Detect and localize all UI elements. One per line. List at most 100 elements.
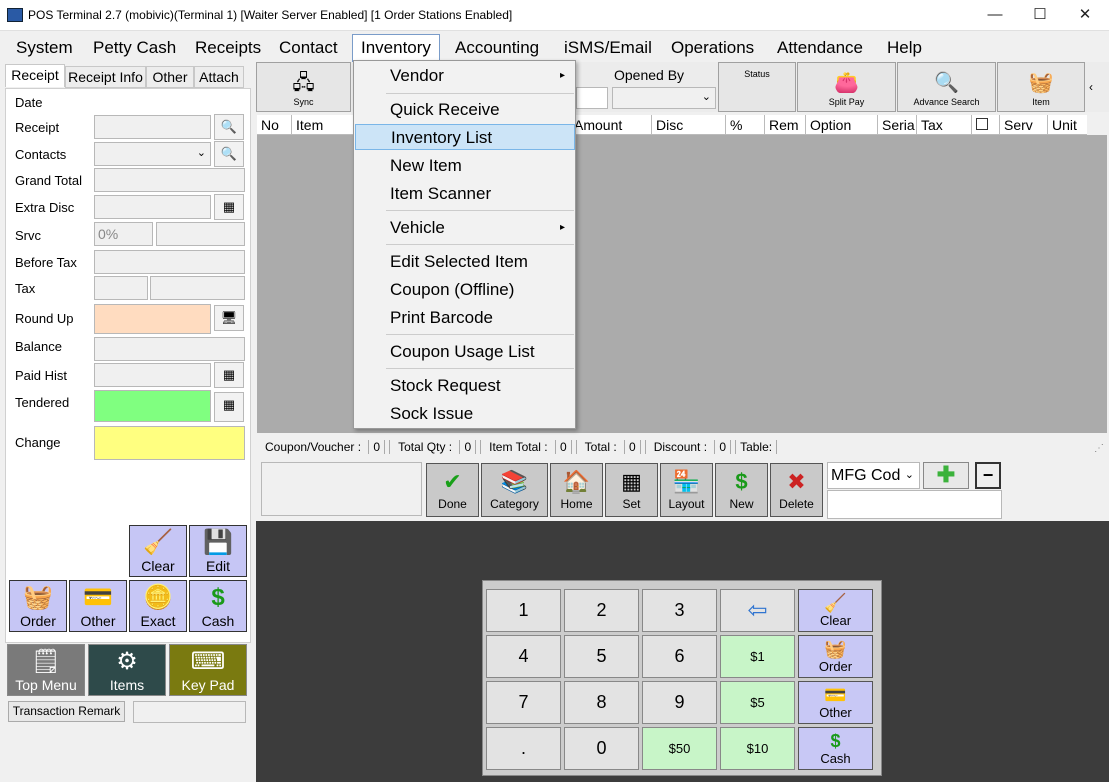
contacts-select[interactable]: ⌄	[94, 142, 211, 166]
keypad-cash-button[interactable]: $ Cash	[798, 727, 873, 770]
tendered-calculator-button[interactable]: ▦	[214, 392, 244, 422]
transaction-remark-field[interactable]	[133, 701, 246, 723]
round-up-button[interactable]: 🖥	[214, 305, 244, 331]
edit-button[interactable]: 💾 Edit	[189, 525, 247, 577]
column-select-all[interactable]	[971, 115, 999, 135]
key-dot[interactable]: .	[486, 727, 561, 770]
split-pay-button[interactable]: 👛 Split Pay	[797, 62, 896, 112]
home-button[interactable]: 🏠 Home	[550, 463, 603, 517]
extra-disc-calculator-button[interactable]: ▦	[214, 194, 244, 220]
keypad-other-button[interactable]: 💳 Other	[798, 681, 873, 724]
menu-item-print-barcode[interactable]: Print Barcode	[355, 305, 575, 331]
menu-isms-email[interactable]: iSMS/Email	[556, 35, 660, 61]
minimize-button[interactable]: —	[972, 0, 1018, 30]
resize-grip-icon[interactable]: ⋰	[1094, 443, 1104, 454]
menu-contact[interactable]: Contact	[271, 35, 346, 61]
cash-button[interactable]: $ Cash	[189, 580, 247, 632]
menu-petty-cash[interactable]: Petty Cash	[85, 35, 184, 61]
key-4[interactable]: 4	[486, 635, 561, 678]
category-button[interactable]: 📚 Category	[481, 463, 548, 517]
column-item[interactable]: Item	[291, 115, 353, 135]
menu-item-quick-receive[interactable]: Quick Receive	[355, 97, 575, 123]
menu-operations[interactable]: Operations	[663, 35, 762, 61]
mfg-code-input[interactable]	[827, 490, 1002, 519]
clear-button[interactable]: 🧹 Clear	[129, 525, 187, 577]
keypad-order-button[interactable]: 🧺 Order	[798, 635, 873, 678]
backspace-key[interactable]: ⇦	[720, 589, 795, 632]
key-pad-button[interactable]: ⌨ Key Pad	[169, 644, 247, 696]
exact-button[interactable]: 🪙 Exact	[129, 580, 187, 632]
column-serial[interactable]: Seria	[877, 115, 916, 135]
paid-hist-calculator-button[interactable]: ▦	[214, 362, 244, 388]
contacts-search-button[interactable]: 🔍	[214, 141, 244, 167]
key-2[interactable]: 2	[564, 589, 639, 632]
scroll-left-icon[interactable]: ‹	[1089, 80, 1093, 94]
menu-inventory[interactable]: Inventory	[352, 34, 440, 62]
key-0[interactable]: 0	[564, 727, 639, 770]
other-payment-button[interactable]: 💳 Other	[69, 580, 127, 632]
toolbar-input[interactable]	[576, 87, 608, 109]
column-option[interactable]: Option	[805, 115, 877, 135]
column-amount[interactable]: Amount	[569, 115, 651, 135]
new-button[interactable]: $ New	[715, 463, 768, 517]
menu-attendance[interactable]: Attendance	[769, 35, 871, 61]
column-unit[interactable]: Unit	[1047, 115, 1087, 135]
top-menu-button[interactable]: 🗒 Top Menu	[7, 644, 85, 696]
column-no[interactable]: No	[257, 115, 291, 135]
menu-help[interactable]: Help	[879, 35, 930, 61]
column-rem[interactable]: Rem	[764, 115, 805, 135]
column-disc[interactable]: Disc	[651, 115, 725, 135]
menu-item-stock-request[interactable]: Stock Request	[355, 373, 575, 399]
tab-attach[interactable]: Attach	[194, 66, 244, 88]
menu-item-coupon-offline[interactable]: Coupon (Offline)	[355, 277, 575, 303]
items-button[interactable]: ⚙ Items	[88, 644, 166, 696]
menu-item-vendor[interactable]: Vendor ▸	[355, 63, 575, 89]
opened-by-select[interactable]: ⌄	[612, 87, 716, 109]
sync-button[interactable]: 🖧 Sync	[256, 62, 351, 112]
key-7[interactable]: 7	[486, 681, 561, 724]
menu-item-sock-issue[interactable]: Sock Issue	[355, 401, 575, 427]
key-6[interactable]: 6	[642, 635, 717, 678]
minus-button[interactable]: −	[975, 462, 1001, 489]
menu-receipts[interactable]: Receipts	[187, 35, 269, 61]
tab-receipt-info[interactable]: Receipt Info	[65, 66, 146, 88]
key-50-dollar[interactable]: $50	[642, 727, 717, 770]
advance-search-button[interactable]: 🔍 Advance Search	[897, 62, 996, 112]
maximize-button[interactable]: ☐	[1017, 0, 1063, 30]
key-3[interactable]: 3	[642, 589, 717, 632]
menu-system[interactable]: System	[8, 35, 81, 61]
tab-receipt[interactable]: Receipt	[5, 64, 65, 87]
keypad-clear-button[interactable]: 🧹 Clear	[798, 589, 873, 632]
close-button[interactable]: ✕	[1062, 0, 1108, 30]
key-1[interactable]: 1	[486, 589, 561, 632]
menu-item-item-scanner[interactable]: Item Scanner	[355, 181, 575, 207]
status-button[interactable]: Status	[718, 62, 796, 112]
layout-button[interactable]: 🏪 Layout	[660, 463, 713, 517]
checkbox-icon[interactable]	[976, 118, 988, 130]
add-button[interactable]: ✚	[923, 462, 969, 489]
menu-item-coupon-usage-list[interactable]: Coupon Usage List	[355, 339, 575, 365]
key-1-dollar[interactable]: $1	[720, 635, 795, 678]
receipt-field[interactable]	[94, 115, 211, 139]
tendered-field[interactable]	[94, 390, 211, 422]
transaction-remark-button[interactable]: Transaction Remark	[8, 701, 125, 722]
srvc-percent-field[interactable]: 0%	[94, 222, 153, 246]
menu-item-new-item[interactable]: New Item	[355, 153, 575, 179]
menu-item-edit-selected-item[interactable]: Edit Selected Item	[355, 249, 575, 275]
extra-disc-field[interactable]	[94, 195, 211, 219]
key-9[interactable]: 9	[642, 681, 717, 724]
set-button[interactable]: ▦ Set	[605, 463, 658, 517]
done-button[interactable]: ✔ Done	[426, 463, 479, 517]
key-5-dollar[interactable]: $5	[720, 681, 795, 724]
order-button[interactable]: 🧺 Order	[9, 580, 67, 632]
column-tax[interactable]: Tax	[916, 115, 971, 135]
menu-item-inventory-list[interactable]: Inventory List	[355, 124, 575, 150]
column-serv[interactable]: Serv	[999, 115, 1047, 135]
item-button[interactable]: 🧺 Item	[997, 62, 1085, 112]
column-percent[interactable]: %	[725, 115, 764, 135]
mfg-code-select[interactable]: MFG Cod ⌄	[827, 462, 920, 489]
receipt-search-button[interactable]: 🔍	[214, 114, 244, 140]
key-8[interactable]: 8	[564, 681, 639, 724]
key-10-dollar[interactable]: $10	[720, 727, 795, 770]
delete-button[interactable]: ✖ Delete	[770, 463, 823, 517]
